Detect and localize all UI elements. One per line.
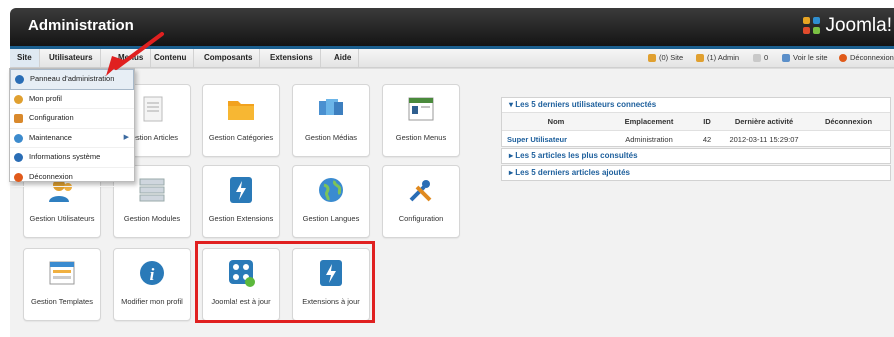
status-admin[interactable]: (1) Admin xyxy=(696,49,739,67)
submenu-arrow-icon: ▶ xyxy=(123,133,129,141)
user-name-link[interactable]: Super Utilisateur xyxy=(502,131,605,148)
tile-gestion-medias[interactable]: Gestion Médias xyxy=(292,84,370,157)
tile-configuration[interactable]: Configuration xyxy=(382,165,460,238)
info-icon: i xyxy=(140,261,164,285)
svg-text:i: i xyxy=(150,265,155,284)
panel-latest-header: ▸ Les 5 derniers articles ajoutés xyxy=(509,168,630,177)
user-id: 42 xyxy=(702,135,712,144)
gear-icon xyxy=(14,133,23,143)
menu-composants[interactable]: Composants xyxy=(197,49,261,67)
tile-label: Gestion Médias xyxy=(304,133,358,142)
view-site-icon xyxy=(782,54,790,62)
logout-icon xyxy=(14,172,23,182)
status-admin-label: (1) Admin xyxy=(707,53,740,62)
messages-icon xyxy=(753,54,761,62)
tile-gestion-templates[interactable]: Gestion Templates xyxy=(23,248,101,321)
menu-extensions[interactable]: Extensions xyxy=(263,49,321,67)
menu-item-label: Configuration xyxy=(29,113,74,122)
info-icon xyxy=(14,153,23,162)
tile-modifier-profil[interactable]: i Modifier mon profil xyxy=(113,248,191,321)
col-nom: Nom xyxy=(547,117,565,126)
logout-icon xyxy=(839,54,847,62)
menu-item-label: Informations système xyxy=(29,152,101,161)
globe-icon xyxy=(319,178,343,202)
menu-item-label: Mon profil xyxy=(29,93,62,103)
menu-site[interactable]: Site xyxy=(10,49,40,67)
user-location: Administration xyxy=(625,135,673,144)
status-messages[interactable]: 0 xyxy=(753,49,768,67)
admin-users-icon xyxy=(696,54,704,62)
user-icon xyxy=(14,94,23,104)
panel-latest-title: Les 5 derniers articles ajoutés xyxy=(515,168,630,177)
view-site-label: Voir le site xyxy=(793,53,828,62)
tile-label: Gestion Menus xyxy=(395,133,447,142)
tile-label: Configuration xyxy=(398,214,444,223)
panel-logged-users-header[interactable]: ▾ Les 5 derniers utilisateurs connectés xyxy=(502,98,890,112)
dashboard-icon xyxy=(15,75,24,84)
site-dropdown-menu: Panneau d'administration Mon profil Conf… xyxy=(9,68,135,187)
annotation-arrow xyxy=(106,32,164,76)
col-emplacement: Emplacement xyxy=(624,117,674,126)
status-site[interactable]: (0) Site xyxy=(648,49,683,67)
tile-gestion-categories[interactable]: Gestion Catégories xyxy=(202,84,280,157)
tile-gestion-extensions[interactable]: Gestion Extensions xyxy=(202,165,280,238)
tile-label: Gestion Utilisateurs xyxy=(29,214,95,223)
logout-label: Déconnexion xyxy=(850,53,894,62)
tile-label: Gestion Modules xyxy=(123,214,181,223)
menu-item-label: Maintenance xyxy=(29,132,72,142)
joomla-logo-icon xyxy=(803,17,821,35)
col-deconnexion: Déconnexion xyxy=(824,117,873,126)
panel-logged-users-title: Les 5 derniers utilisateurs connectés xyxy=(515,100,657,109)
panel-popular-title: Les 5 articles les plus consultés xyxy=(515,151,638,160)
view-site-link[interactable]: Voir le site xyxy=(782,49,828,67)
site-users-icon xyxy=(648,54,656,62)
extension-icon xyxy=(230,177,252,203)
panel-popular-articles[interactable]: ▸ Les 5 articles les plus consultés xyxy=(501,148,891,164)
modules-icon xyxy=(139,178,165,202)
tile-label: Modifier mon profil xyxy=(121,297,183,306)
user-last-activity: 2012-03-11 15:29:07 xyxy=(729,135,799,144)
template-icon xyxy=(49,261,75,285)
folder-icon xyxy=(228,101,254,120)
logged-users-table: Nom Emplacement ID Dernière activité Déc… xyxy=(502,112,890,148)
tile-label: Gestion Langues xyxy=(302,214,360,223)
update-status-highlight xyxy=(195,241,375,323)
menu-item-deconnexion[interactable]: Déconnexion xyxy=(10,168,134,187)
menu-item-configuration[interactable]: Configuration xyxy=(10,109,134,129)
menu-item-informations-systeme[interactable]: Informations système xyxy=(10,148,134,168)
joomla-logo[interactable]: Joomla! xyxy=(803,15,892,37)
logo-text: Joomla! xyxy=(825,15,892,36)
tile-label: Gestion Templates xyxy=(31,297,93,306)
menu-aide[interactable]: Aide xyxy=(327,49,360,67)
article-icon xyxy=(143,96,163,122)
user-logout[interactable] xyxy=(807,131,890,148)
panel-latest-articles[interactable]: ▸ Les 5 derniers articles ajoutés xyxy=(501,165,891,181)
panel-logged-users: ▾ Les 5 derniers utilisateurs connectés … xyxy=(501,97,891,147)
menu-item-maintenance[interactable]: Maintenance ▶ xyxy=(10,129,134,148)
panel-popular-header: ▸ Les 5 articles les plus consultés xyxy=(509,151,638,160)
status-messages-count: 0 xyxy=(764,53,769,62)
menu-item-mon-profil[interactable]: Mon profil xyxy=(10,90,134,109)
tile-gestion-langues[interactable]: Gestion Langues xyxy=(292,165,370,238)
menu-utilisateurs[interactable]: Utilisateurs xyxy=(42,49,101,67)
table-header: Nom Emplacement ID Dernière activité Déc… xyxy=(502,112,890,131)
menu-item-label: Déconnexion xyxy=(29,171,73,181)
col-derniere-activite: Dernière activité xyxy=(734,117,794,126)
status-site-label: (0) Site xyxy=(659,53,684,62)
logout-link[interactable]: Déconnexion xyxy=(839,49,894,67)
tools-icon xyxy=(14,114,23,123)
tools-icon xyxy=(409,180,432,202)
tile-gestion-menus[interactable]: Gestion Menus xyxy=(382,84,460,157)
col-id: ID xyxy=(703,117,711,126)
menu-icon xyxy=(408,97,434,121)
media-icon xyxy=(319,99,343,115)
tile-label: Gestion Catégories xyxy=(208,133,274,142)
table-row: Super Utilisateur Administration 42 2012… xyxy=(502,131,890,148)
tile-label: Gestion Extensions xyxy=(208,214,274,223)
